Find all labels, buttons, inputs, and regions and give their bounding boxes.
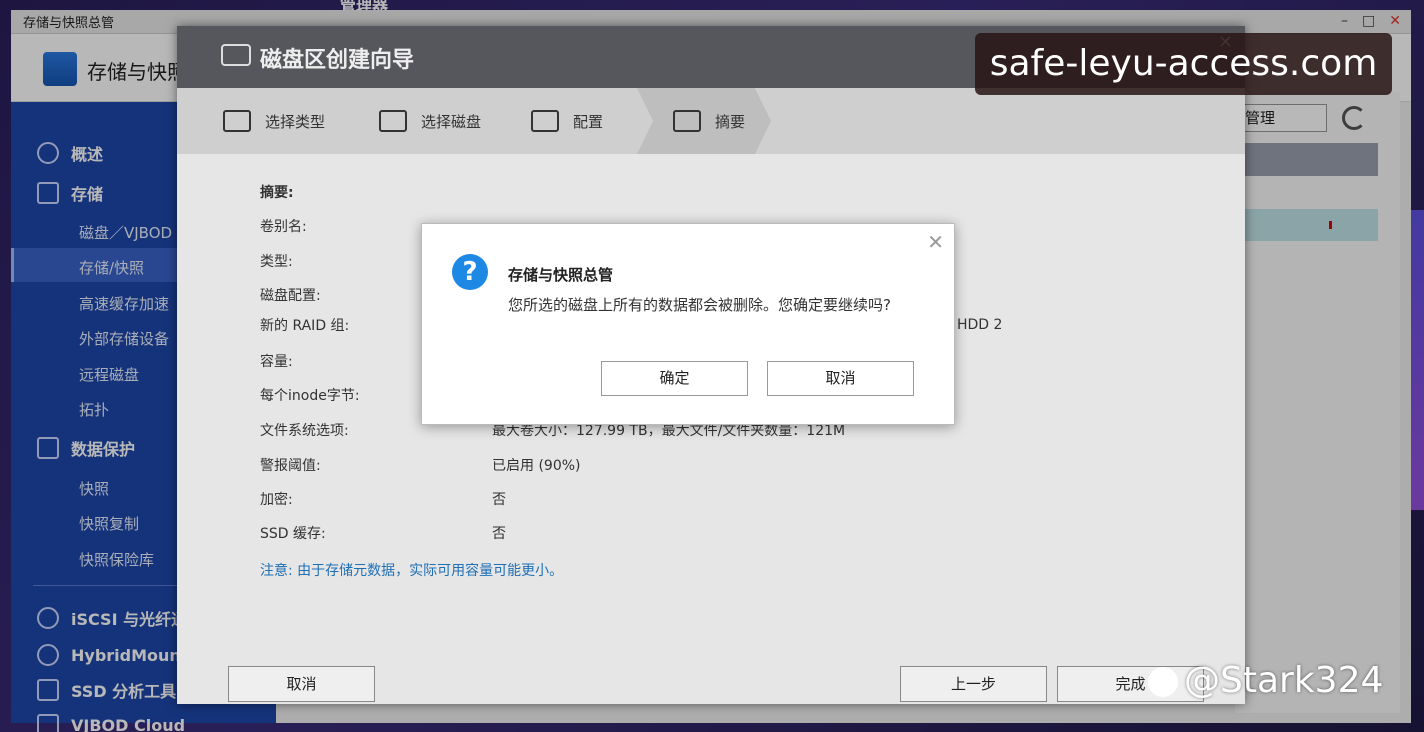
wizard-title: 磁盘区创建向导 bbox=[260, 48, 415, 73]
step-select-disk: 选择磁盘 bbox=[379, 88, 481, 154]
step-label: 配置 bbox=[573, 112, 604, 131]
summary-key: 加密: bbox=[260, 492, 293, 508]
step-label: 摘要 bbox=[715, 112, 746, 131]
step-select-type: 选择类型 bbox=[223, 88, 325, 154]
clipboard-icon bbox=[673, 110, 701, 132]
drive-icon bbox=[379, 110, 407, 132]
wizard-cancel-button[interactable]: 取消 bbox=[228, 666, 375, 702]
step-label: 选择类型 bbox=[265, 112, 326, 131]
watermark-handle: @Stark324 bbox=[1148, 660, 1383, 701]
dialog-title: 存储与快照总管 bbox=[508, 266, 614, 284]
watermark-handle-text: @Stark324 bbox=[1184, 660, 1384, 701]
summary-value: 已启用 (90%) bbox=[492, 458, 581, 474]
disk-icon bbox=[221, 44, 251, 66]
summary-key: 警报阈值: bbox=[260, 458, 321, 474]
summary-key: SSD 缓存: bbox=[260, 526, 326, 542]
confirm-dialog: ✕ ? 存储与快照总管 您所选的磁盘上所有的数据都会被删除。您确定要继续吗? 确… bbox=[421, 223, 955, 425]
raid-disk-tail: HDD 2 bbox=[957, 317, 1003, 333]
capacity-note: 注意: 由于存储元数据，实际可用容量可能更小。 bbox=[260, 563, 564, 579]
summary-heading: 摘要: bbox=[260, 185, 294, 201]
step-summary: 摘要 bbox=[673, 88, 745, 154]
question-icon: ? bbox=[452, 254, 488, 290]
step-label: 选择磁盘 bbox=[421, 112, 482, 131]
dialog-message: 您所选的磁盘上所有的数据都会被删除。您确定要继续吗? bbox=[508, 296, 891, 314]
wizard-prev-button[interactable]: 上一步 bbox=[900, 666, 1047, 702]
dialog-ok-button[interactable]: 确定 bbox=[601, 361, 748, 396]
paw-icon bbox=[1148, 667, 1178, 697]
summary-value: 否 bbox=[492, 526, 506, 542]
wizard-steps: 选择类型 选择磁盘 配置 摘要 bbox=[177, 88, 1245, 154]
config-icon bbox=[531, 110, 559, 132]
summary-value: 否 bbox=[492, 492, 506, 508]
list-icon bbox=[223, 110, 251, 132]
watermark-url: safe-leyu-access.com bbox=[975, 33, 1392, 95]
dialog-cancel-button[interactable]: 取消 bbox=[767, 361, 914, 396]
dialog-close-icon[interactable]: ✕ bbox=[927, 230, 944, 254]
step-configure: 配置 bbox=[531, 88, 603, 154]
